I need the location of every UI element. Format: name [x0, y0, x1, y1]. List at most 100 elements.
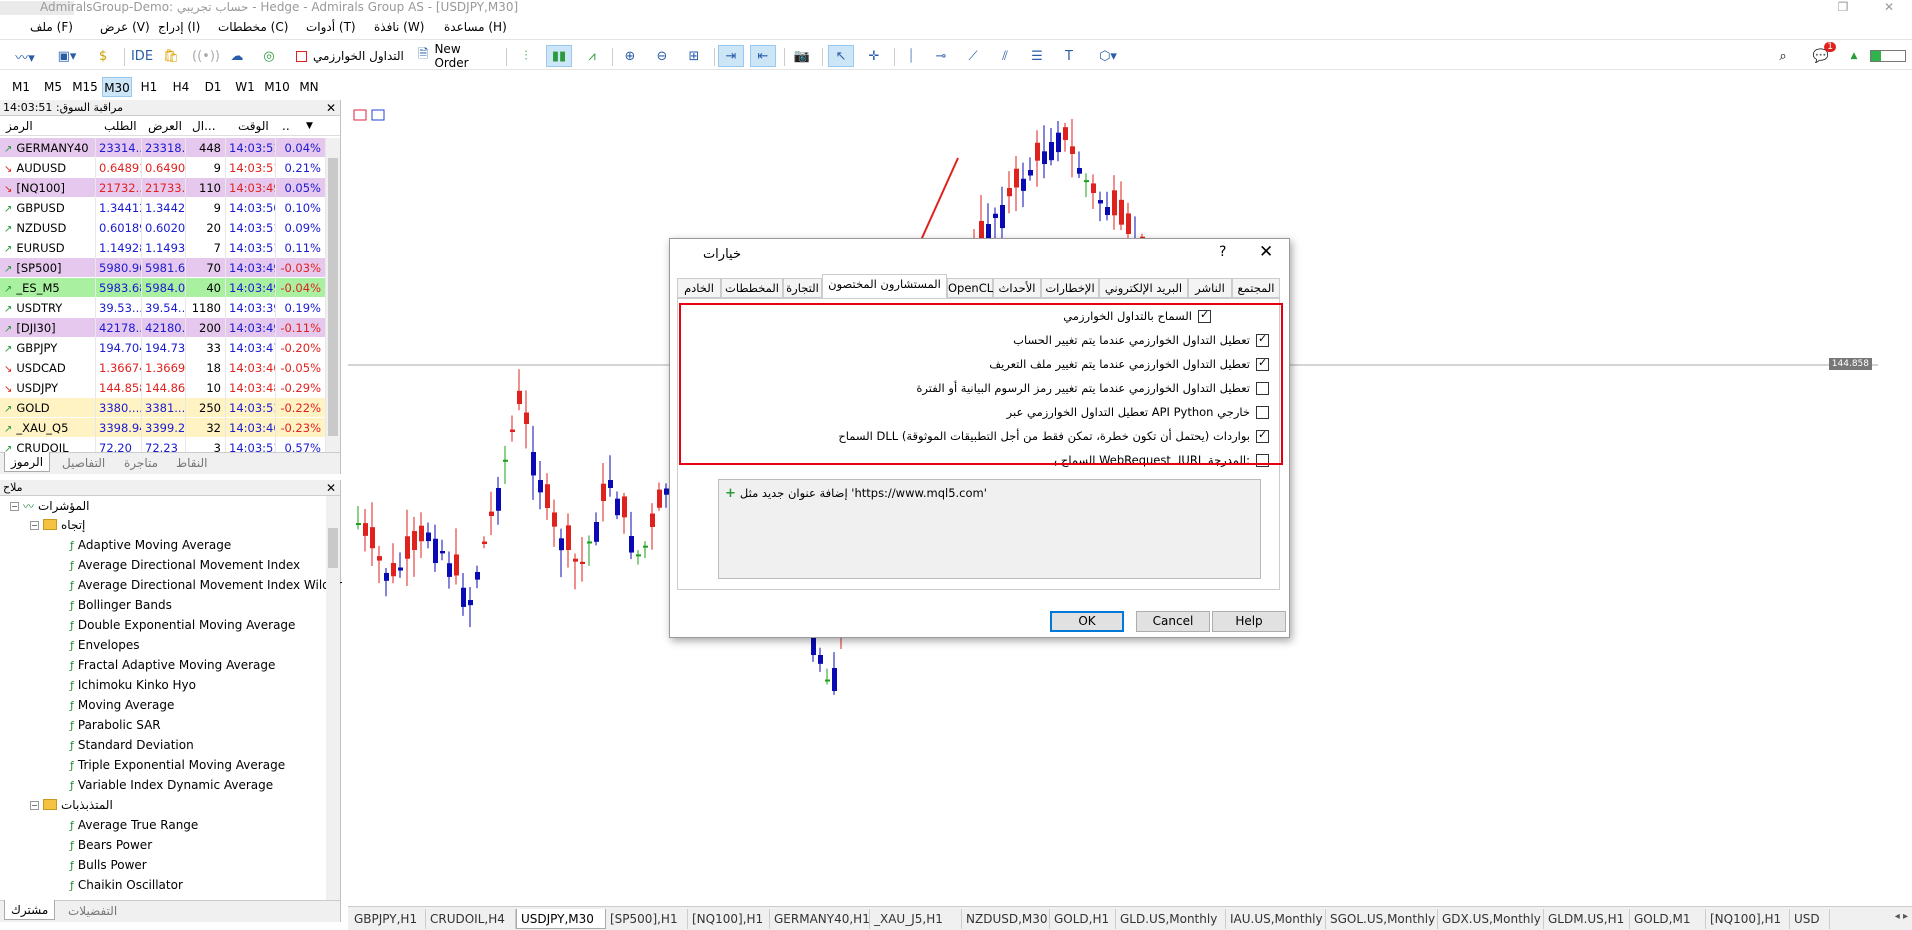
signal-icon[interactable]: ((•))	[192, 45, 220, 67]
algo-trading-button[interactable]: التداول الخوارزمي	[296, 45, 436, 67]
col-time[interactable]: الوقت	[238, 119, 269, 133]
table-row[interactable]: ↗GBPUSD1.344121.34421914:03:500.10%	[0, 198, 326, 218]
sort-icon[interactable]: ▼	[306, 121, 313, 131]
table-row[interactable]: ↗GBPJPY194.704194.7373314:03:47-0.20%	[0, 338, 326, 358]
tree-item-indicator[interactable]: ƒ Bears Power	[70, 838, 152, 852]
scroll-thumb[interactable]	[328, 158, 338, 436]
tab-trade[interactable]: التجارة	[783, 278, 822, 298]
vertical-line-icon[interactable]: ⏐	[900, 45, 922, 67]
zoom-in-icon[interactable]: ⊕	[618, 45, 642, 67]
vps-cloud-icon[interactable]: ☁	[226, 45, 248, 67]
chart-tab[interactable]: USD	[1790, 909, 1830, 929]
chart-tab[interactable]: IAU.US,Monthly	[1226, 909, 1326, 929]
cursor-icon[interactable]: ↖	[828, 45, 854, 67]
tab-publisher[interactable]: الناشر	[1188, 278, 1232, 298]
table-row[interactable]: ↗GERMANY4023314...23318...44814:03:510.0…	[0, 138, 326, 158]
menu-file[interactable]: ملف (F)	[30, 20, 73, 34]
shop-icon[interactable]: 🛍	[160, 45, 182, 67]
close-icon[interactable]: ✕	[326, 100, 336, 116]
tree-item-indicator[interactable]: ƒ Standard Deviation	[70, 738, 194, 752]
chart-tab[interactable]: GBPJPY,H1	[350, 909, 426, 929]
chart-shift-icon[interactable]: ⇤	[750, 45, 776, 67]
shapes-icon[interactable]: ⬡▾	[1090, 45, 1126, 67]
url-list[interactable]: + إضافة عنوان جديد مثل 'https://www.mql5.…	[718, 479, 1261, 579]
chart-tab[interactable]: USDJPY,M30	[516, 909, 606, 929]
tree-folder-oscillators[interactable]: − المتذبذبات	[30, 798, 113, 812]
tree-item-indicator[interactable]: ƒ Fractal Adaptive Moving Average	[70, 658, 275, 672]
tab-common[interactable]: مشترك	[4, 900, 56, 920]
close-window-icon[interactable]: ✕	[1866, 0, 1912, 14]
table-row[interactable]: ↗NZDUSD0.601890.602092014:03:510.09%	[0, 218, 326, 238]
help-button[interactable]: Help	[1212, 611, 1286, 632]
tab-details[interactable]: التفاصيل	[62, 456, 105, 470]
add-url-entry[interactable]: + إضافة عنوان جديد مثل 'https://www.mql5.…	[725, 486, 987, 501]
tree-item-indicator[interactable]: ƒ Double Exponential Moving Average	[70, 618, 295, 632]
menu-tools[interactable]: أدوات (T)	[306, 20, 356, 34]
tree-item-indicator[interactable]: ƒ Average Directional Movement Index	[70, 558, 300, 572]
tab-favorites[interactable]: التفضيلات	[68, 904, 117, 918]
tab-charts[interactable]: المخططات	[721, 278, 783, 298]
scroll-thumb[interactable]	[328, 528, 338, 568]
close-icon[interactable]: ✕	[326, 480, 336, 496]
chart-tab[interactable]: GOLD,M1	[1630, 909, 1706, 929]
timeframe-h1[interactable]: H1	[134, 77, 164, 97]
chart-tab[interactable]: SGOL.US,Monthly	[1326, 909, 1438, 929]
tab-trading[interactable]: متاجرة	[124, 456, 158, 470]
market-watch-scrollbar[interactable]	[326, 138, 340, 452]
bar-chart-icon[interactable]: ⫶	[514, 45, 538, 67]
chart-tab[interactable]: NZDUSD,M30	[962, 909, 1050, 929]
fibonacci-icon[interactable]: ☰	[1026, 45, 1048, 67]
timeframe-m15[interactable]: M15	[70, 77, 100, 97]
candlestick-icon[interactable]: ▮▮	[546, 45, 572, 67]
navigator-scrollbar[interactable]	[326, 496, 340, 900]
restore-icon[interactable]: ❐	[1820, 0, 1866, 14]
tree-item-indicator[interactable]: ƒ Moving Average	[70, 698, 174, 712]
table-row[interactable]: ↘[NQ100]21732...21733...11014:03:490.05%	[0, 178, 326, 198]
tab-server[interactable]: الخادم	[677, 278, 721, 298]
tab-notifications[interactable]: الإخطارات	[1041, 278, 1099, 298]
table-row[interactable]: ↗_XAU_Q53398.943399.263214:03:46-0.23%	[0, 418, 326, 438]
timeframe-m1[interactable]: M1	[6, 77, 36, 97]
chart-tab[interactable]: GERMANY40,H1	[770, 909, 870, 929]
tree-item-indicator[interactable]: ƒ Bollinger Bands	[70, 598, 172, 612]
auto-scroll-icon[interactable]: ⇥	[718, 45, 744, 67]
chart-tab[interactable]: GLDM.US,H1	[1544, 909, 1630, 929]
tab-community[interactable]: المجتمع	[1232, 278, 1280, 298]
col-bid[interactable]: الطلب	[104, 119, 137, 133]
dialog-close-icon[interactable]: ✕	[1259, 242, 1273, 262]
tile-windows-icon[interactable]: ⊞	[682, 45, 706, 67]
chart-tab[interactable]: [SP500],H1	[606, 909, 688, 929]
tree-item-indicator[interactable]: ƒ Average True Range	[70, 818, 198, 832]
market-icon[interactable]: ◎	[258, 45, 280, 67]
tab-expert-advisors[interactable]: المستشارون المختصون	[822, 274, 947, 299]
dialog-help-icon[interactable]: ?	[1219, 244, 1226, 260]
table-row[interactable]: ↗_ES_M55983.685984.084014:03:49-0.04%	[0, 278, 326, 298]
table-row[interactable]: ↗EURUSD1.149281.14935714:03:510.11%	[0, 238, 326, 258]
timeframe-w1[interactable]: W1	[230, 77, 260, 97]
tab-events[interactable]: الأحداث	[993, 278, 1041, 298]
tree-item-indicator[interactable]: ƒ Variable Index Dynamic Average	[70, 778, 273, 792]
tree-item-indicator[interactable]: ƒ Average Directional Movement Index Wild…	[70, 578, 342, 592]
collapse-icon[interactable]: −	[30, 521, 39, 530]
collapse-icon[interactable]: −	[30, 801, 39, 810]
line-chart-icon[interactable]: ⩘	[580, 45, 604, 67]
tree-item-indicator[interactable]: ƒ Envelopes	[70, 638, 139, 652]
timeframe-d1[interactable]: D1	[198, 77, 228, 97]
zoom-out-icon[interactable]: ⊖	[650, 45, 674, 67]
horizontal-line-icon[interactable]: ⊸	[930, 45, 952, 67]
table-row[interactable]: ↗[SP500]5980.905981.607014:03:49-0.03%	[0, 258, 326, 278]
chart-tab[interactable]: [NQ100],H1	[1706, 909, 1790, 929]
chart-legend-icon-2[interactable]	[371, 109, 385, 121]
crosshair-icon[interactable]: ✛	[862, 45, 886, 67]
chart-template-icon[interactable]: ▣▾	[50, 45, 84, 67]
ide-button[interactable]: IDE	[130, 45, 154, 67]
notifications-icon[interactable]: 💬 1	[1808, 42, 1836, 67]
tab-email[interactable]: البريد الإلكتروني	[1099, 278, 1188, 298]
timeframe-h4[interactable]: H4	[166, 77, 196, 97]
chart-legend-icon[interactable]	[353, 109, 367, 121]
table-row[interactable]: ↘USDJPY144.858144.8681014:03:48-0.29%	[0, 378, 326, 398]
collapse-icon[interactable]: −	[10, 502, 19, 511]
table-row[interactable]: ↗ USDTRY 39.53... 39.54... 1180 14:03:39 0.19%	[0, 298, 326, 318]
text-icon[interactable]: T	[1058, 45, 1080, 67]
tree-item-indicator[interactable]: ƒ Triple Exponential Moving Average	[70, 758, 285, 772]
